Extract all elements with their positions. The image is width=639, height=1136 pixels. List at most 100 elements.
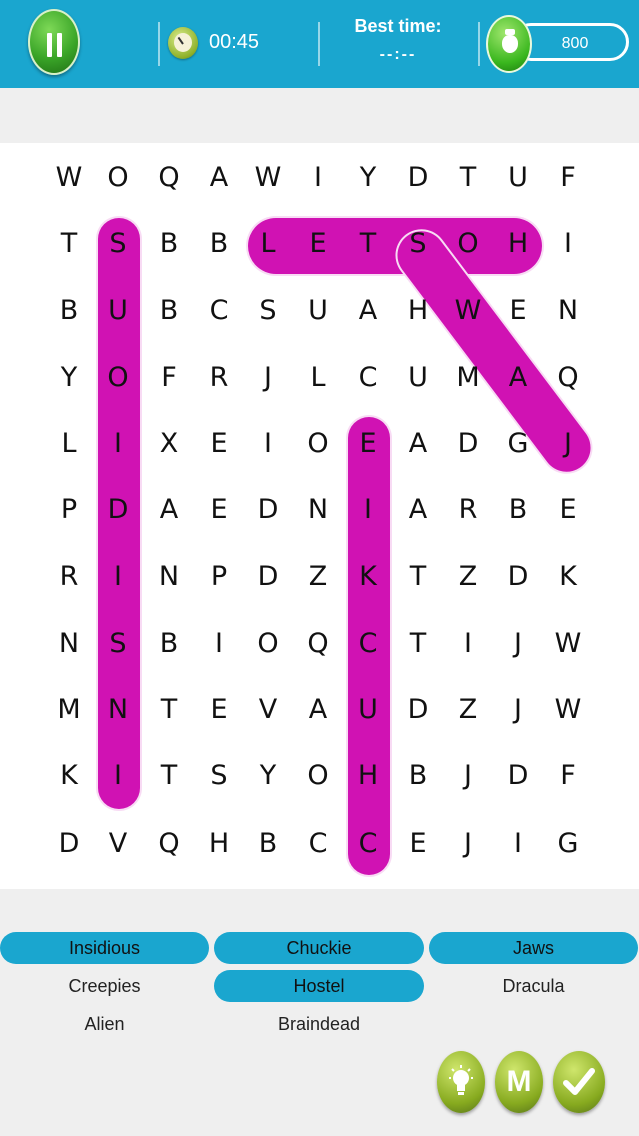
grid-letter[interactable]: E (199, 690, 239, 730)
grid-letter[interactable]: I (548, 224, 588, 264)
grid-letter[interactable]: I (348, 490, 388, 530)
grid-letter[interactable]: N (98, 690, 138, 730)
grid-letter[interactable]: A (348, 291, 388, 331)
grid-letter[interactable]: S (398, 224, 438, 264)
grid-letter[interactable]: A (398, 424, 438, 464)
grid-letter[interactable]: E (199, 490, 239, 530)
grid-letter[interactable]: W (548, 690, 588, 730)
grid-letter[interactable]: O (298, 756, 338, 796)
grid-letter[interactable]: R (199, 358, 239, 398)
grid-letter[interactable]: O (298, 424, 338, 464)
grid-letter[interactable]: R (49, 557, 89, 597)
grid-letter[interactable]: T (348, 224, 388, 264)
grid-letter[interactable]: I (98, 756, 138, 796)
grid-letter[interactable]: K (49, 756, 89, 796)
grid-letter[interactable]: Z (448, 690, 488, 730)
grid-letter[interactable]: W (548, 624, 588, 664)
grid-letter[interactable]: D (448, 424, 488, 464)
grid-letter[interactable]: B (199, 224, 239, 264)
grid-letter[interactable]: Q (149, 824, 189, 864)
grid-letter[interactable]: Y (348, 158, 388, 198)
grid-letter[interactable]: G (548, 824, 588, 864)
grid-letter[interactable]: B (149, 624, 189, 664)
grid-letter[interactable]: B (398, 756, 438, 796)
grid-letter[interactable]: Z (448, 557, 488, 597)
grid-letter[interactable]: W (49, 158, 89, 198)
grid-letter[interactable]: S (248, 291, 288, 331)
grid-letter[interactable]: A (149, 490, 189, 530)
grid-letter[interactable]: K (548, 557, 588, 597)
grid-letter[interactable]: E (398, 824, 438, 864)
grid-letter[interactable]: L (248, 224, 288, 264)
grid-letter[interactable]: A (298, 690, 338, 730)
money-bag-icon[interactable] (486, 15, 532, 73)
grid-letter[interactable]: T (49, 224, 89, 264)
grid-letter[interactable]: C (298, 824, 338, 864)
grid-letter[interactable]: C (199, 291, 239, 331)
grid-letter[interactable]: B (149, 291, 189, 331)
grid-letter[interactable]: V (248, 690, 288, 730)
grid-letter[interactable]: I (448, 624, 488, 664)
grid-letter[interactable]: E (498, 291, 538, 331)
grid-letter[interactable]: U (298, 291, 338, 331)
menu-button[interactable]: M (495, 1051, 543, 1113)
grid-letter[interactable]: L (298, 358, 338, 398)
grid-letter[interactable]: U (498, 158, 538, 198)
grid-letter[interactable]: D (398, 690, 438, 730)
grid-letter[interactable]: F (149, 358, 189, 398)
grid-letter[interactable]: J (448, 824, 488, 864)
grid-letter[interactable]: C (348, 624, 388, 664)
grid-letter[interactable]: N (149, 557, 189, 597)
grid-letter[interactable]: D (248, 490, 288, 530)
grid-letter[interactable]: J (498, 690, 538, 730)
grid-letter[interactable]: D (98, 490, 138, 530)
letter-grid[interactable]: WOQAWIYDTUFTSBBLETSOHIBUBCSUAHWENYOFRJLC… (0, 143, 639, 889)
hint-button[interactable] (437, 1051, 485, 1113)
grid-letter[interactable]: D (49, 824, 89, 864)
grid-letter[interactable]: F (548, 756, 588, 796)
grid-letter[interactable]: T (398, 624, 438, 664)
grid-letter[interactable]: G (498, 424, 538, 464)
grid-letter[interactable]: C (348, 824, 388, 864)
grid-letter[interactable]: T (149, 756, 189, 796)
grid-letter[interactable]: F (548, 158, 588, 198)
grid-letter[interactable]: O (98, 358, 138, 398)
grid-letter[interactable]: S (98, 624, 138, 664)
grid-letter[interactable]: S (98, 224, 138, 264)
grid-letter[interactable]: N (548, 291, 588, 331)
grid-letter[interactable]: Y (248, 756, 288, 796)
grid-letter[interactable]: U (98, 291, 138, 331)
grid-letter[interactable]: J (548, 424, 588, 464)
grid-letter[interactable]: E (348, 424, 388, 464)
grid-letter[interactable]: U (398, 358, 438, 398)
grid-letter[interactable]: H (199, 824, 239, 864)
grid-letter[interactable]: T (398, 557, 438, 597)
grid-letter[interactable]: D (498, 557, 538, 597)
grid-letter[interactable]: T (448, 158, 488, 198)
grid-letter[interactable]: W (448, 291, 488, 331)
grid-letter[interactable]: H (498, 224, 538, 264)
grid-letter[interactable]: D (498, 756, 538, 796)
grid-letter[interactable]: J (448, 756, 488, 796)
grid-letter[interactable]: E (199, 424, 239, 464)
grid-letter[interactable]: Y (49, 358, 89, 398)
grid-letter[interactable]: I (98, 557, 138, 597)
grid-letter[interactable]: X (149, 424, 189, 464)
grid-letter[interactable]: T (149, 690, 189, 730)
grid-letter[interactable]: P (49, 490, 89, 530)
pause-button[interactable] (28, 9, 80, 75)
grid-letter[interactable]: D (398, 158, 438, 198)
grid-letter[interactable]: I (298, 158, 338, 198)
grid-letter[interactable]: I (248, 424, 288, 464)
grid-letter[interactable]: Z (298, 557, 338, 597)
grid-letter[interactable]: H (398, 291, 438, 331)
grid-letter[interactable]: H (348, 756, 388, 796)
grid-letter[interactable]: M (448, 358, 488, 398)
check-button[interactable] (553, 1051, 605, 1113)
grid-letter[interactable]: O (98, 158, 138, 198)
grid-letter[interactable]: M (49, 690, 89, 730)
grid-letter[interactable]: O (248, 624, 288, 664)
grid-letter[interactable]: W (248, 158, 288, 198)
grid-letter[interactable]: E (548, 490, 588, 530)
grid-letter[interactable]: O (448, 224, 488, 264)
